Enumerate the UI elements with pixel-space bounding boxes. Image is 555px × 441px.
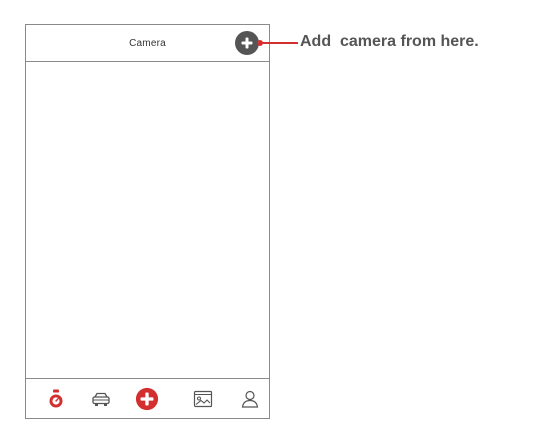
phone-screen: Camera — [25, 24, 270, 419]
tab-user[interactable] — [238, 387, 262, 411]
plus-circle-icon — [135, 387, 159, 411]
gallery-icon — [193, 390, 213, 408]
tab-car[interactable] — [89, 387, 113, 411]
add-camera-button[interactable] — [235, 31, 259, 55]
plus-icon — [241, 37, 253, 49]
timer-icon — [49, 389, 63, 408]
callout-text: Add camera from here. — [300, 33, 479, 50]
tab-gallery[interactable] — [191, 387, 215, 411]
camera-list — [26, 62, 269, 380]
page-title: Camera — [129, 38, 166, 49]
user-icon — [241, 390, 259, 408]
tab-timer[interactable] — [44, 387, 68, 411]
callout-line — [260, 42, 298, 44]
bottom-tab-bar — [26, 378, 269, 418]
tab-add[interactable] — [135, 387, 159, 411]
app-header: Camera — [26, 25, 269, 62]
car-icon — [92, 392, 110, 406]
